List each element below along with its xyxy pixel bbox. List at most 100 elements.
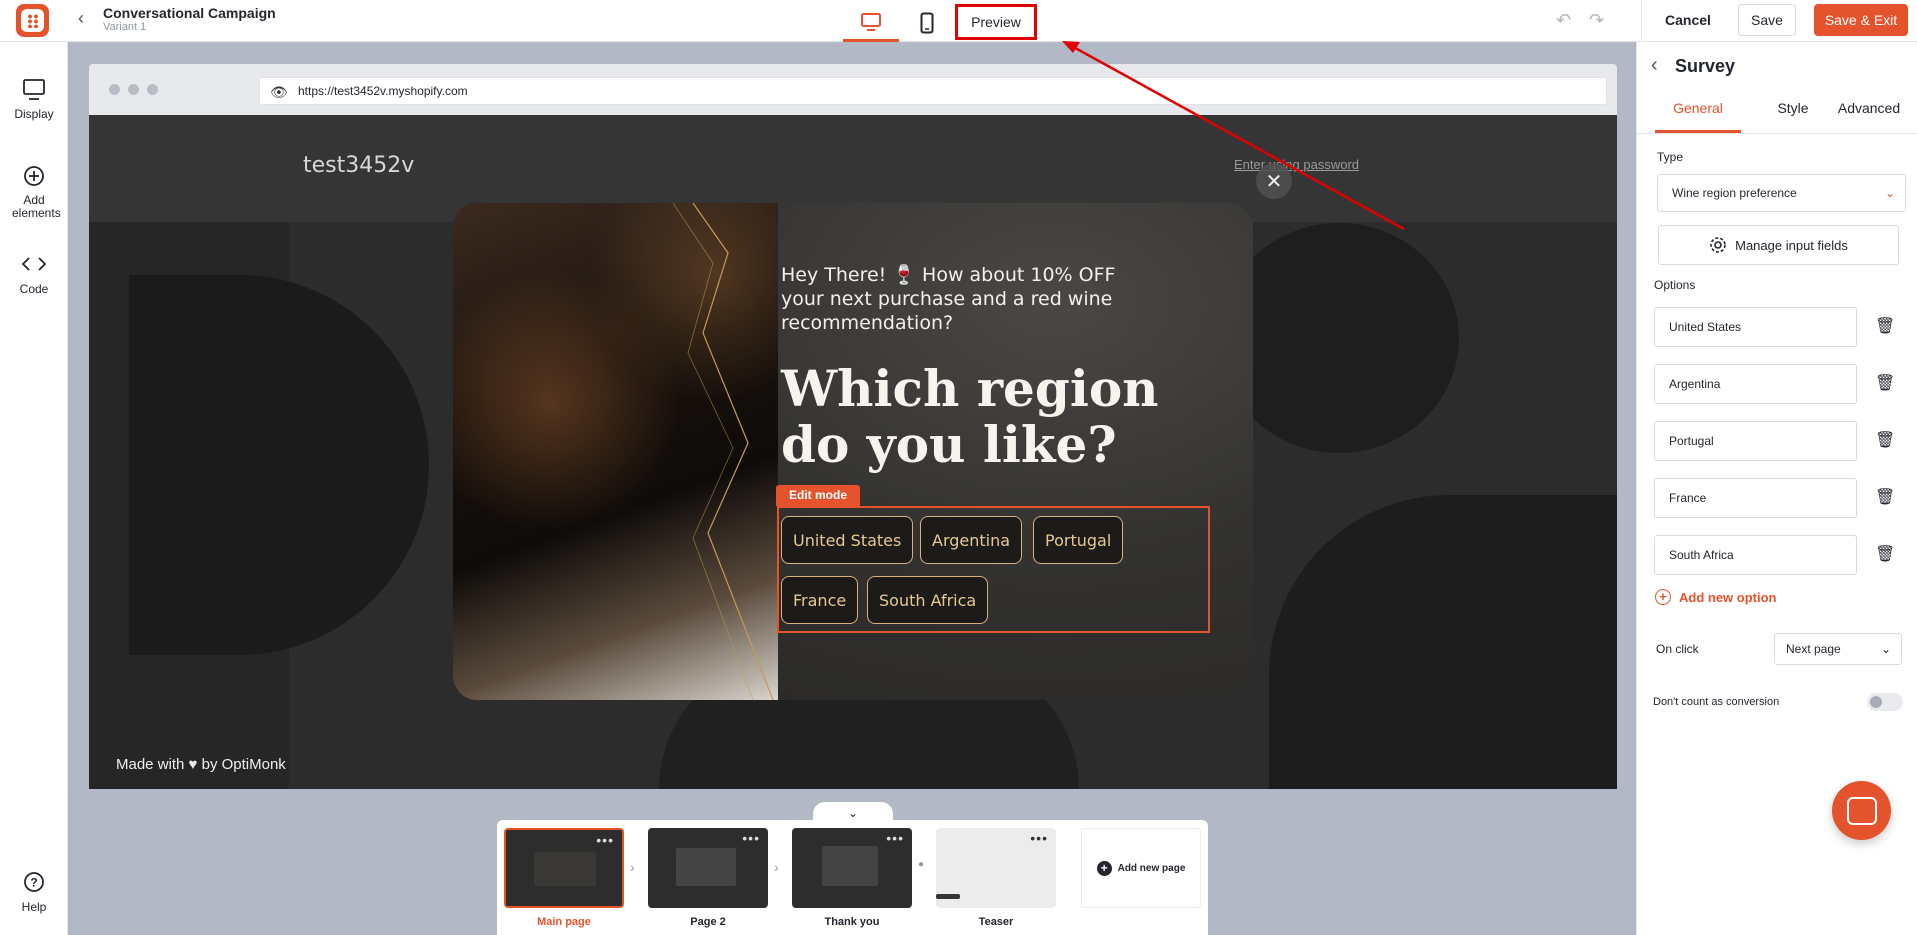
survey-option-united-states[interactable]: United States [781,516,914,564]
desktop-icon [861,12,881,31]
sidebar-item-label: Help [21,900,47,914]
popup-headline: Which region do you like? [781,359,1159,474]
page-label: Thank you [824,916,880,928]
cancel-button[interactable]: Cancel [1657,5,1719,35]
type-select[interactable]: Wine region preference ⌄ [1657,174,1906,212]
campaign-title: Conversational Campaign [103,5,276,21]
sidebar-item-add-elements[interactable]: Add elements [0,164,68,220]
sidebar-item-code[interactable]: Code [0,252,68,296]
survey-popup: Hey There! 🍷 How about 10% OFF your next… [453,203,1253,700]
decor-quarter [1269,495,1617,789]
add-page-label: Add new page [1117,862,1186,874]
page-label: Main page [537,916,591,928]
chevron-down-icon: ⌄ [1884,186,1895,200]
chevron-right-icon: › [630,859,635,875]
sidebar-item-label: Add elements [12,193,61,220]
sidebar-item-display[interactable]: Display [0,77,68,121]
options-label: Options [1654,278,1696,292]
trash-icon[interactable]: 🗑 [1875,373,1895,393]
save-button[interactable]: Save [1738,4,1796,36]
chevron-down-icon: ⌄ [1880,642,1891,656]
preview-button[interactable]: Preview [955,4,1037,40]
topbar-divider [1641,0,1642,42]
on-click-label: On click [1656,642,1699,656]
pages-strip: ••• Main page › ••• Page 2 › ••• Thank y… [497,820,1208,935]
option-input[interactable]: Portugal [1654,421,1857,461]
tab-advanced[interactable]: Advanced [1824,100,1914,116]
decor-semicircle [129,275,429,655]
trash-icon[interactable]: 🗑 [1875,316,1895,336]
code-icon [21,257,47,271]
more-icon: ••• [886,830,904,846]
trash-icon[interactable]: 🗑 [1875,430,1895,450]
more-icon: ••• [1030,830,1048,846]
option-input[interactable]: South Africa [1654,535,1857,575]
trash-icon[interactable]: 🗑 [1875,487,1895,507]
add-new-option-button[interactable]: + Add new option [1655,589,1776,605]
made-with-footer: Made with ♥ by OptiMonk [116,756,286,773]
sidebar-item-help[interactable]: ? Help [0,870,68,914]
sidebar-item-label: Display [14,107,54,121]
more-icon: ••• [742,830,760,846]
sidebar-item-label: Code [19,282,49,296]
trash-icon[interactable]: 🗑 [1875,544,1895,564]
conversion-label: Don't count as conversion [1653,696,1780,708]
decor-circle [1219,223,1459,453]
mobile-view-button[interactable] [899,4,955,42]
redo-icon[interactable]: ↷ [1589,10,1604,31]
page-thumb-teaser[interactable]: ••• [936,828,1056,908]
dot-separator-icon: ● [918,859,925,870]
popup-intro-text: Hey There! 🍷 How about 10% OFF your next… [781,264,1116,334]
on-click-value: Next page [1786,642,1841,656]
on-click-select[interactable]: Next page ⌄ [1774,633,1902,665]
svg-text:?: ? [30,876,37,890]
window-dots [109,84,158,95]
chat-support-icon[interactable] [1832,781,1891,840]
conversion-toggle[interactable] [1867,693,1903,711]
plus-circle-icon: + [1096,860,1112,876]
panel-title: Survey [1675,56,1736,76]
option-input[interactable]: Argentina [1654,364,1857,404]
mobile-icon [920,12,934,34]
more-icon: ••• [596,832,614,848]
gear-icon [1710,237,1726,253]
back-arrow-icon[interactable]: ‹ [78,8,84,29]
page-label: Page 2 [690,916,726,928]
help-icon: ? [24,872,44,892]
save-exit-button[interactable]: Save & Exit [1814,4,1908,36]
eye-icon: 👁 [270,84,288,100]
page-thumb-2[interactable]: ••• [648,828,768,908]
back-chevron-icon[interactable]: ‹ [1651,54,1658,77]
left-sidebar: Display Add elements Code ? Help [0,42,68,935]
undo-icon[interactable]: ↶ [1556,10,1571,31]
option-input[interactable]: France [1654,478,1857,518]
survey-option-argentina[interactable]: Argentina [920,516,1023,564]
panel-divider [1637,133,1917,134]
optimonk-logo[interactable] [16,4,49,37]
survey-option-france[interactable]: France [781,576,859,624]
tab-style[interactable]: Style [1763,100,1823,116]
variant-name: Variant 1 [103,21,147,33]
plus-circle-icon: + [1655,589,1671,605]
tab-general[interactable]: General [1655,100,1741,116]
top-bar: ‹ Conversational Campaign Variant 1 Prev… [0,0,1917,42]
page-thumb-thank-you[interactable]: ••• [792,828,912,908]
chevron-down-icon: ⌄ [847,806,859,820]
monitor-icon [23,79,45,100]
manage-input-fields-button[interactable]: Manage input fields [1658,225,1899,265]
survey-option-south-africa[interactable]: South Africa [867,576,989,624]
store-name: test3452v [303,153,415,178]
add-new-page-button[interactable]: + Add new page [1081,828,1201,908]
option-input[interactable]: United States [1654,307,1857,347]
add-option-label: Add new option [1679,589,1777,605]
plus-circle-icon [24,166,44,186]
password-link: Enter using password [1234,157,1360,172]
chevron-right-icon: › [774,859,779,875]
page-thumb-main[interactable]: ••• [504,828,624,908]
url-bar: 👁 https://test3452v.myshopify.com [259,77,1607,105]
type-value: Wine region preference [1672,186,1797,200]
survey-option-portugal[interactable]: Portugal [1033,516,1124,564]
popup-close-icon[interactable]: ✕ [1256,163,1292,199]
desktop-view-button[interactable] [843,4,899,42]
edit-mode-tag: Edit mode [776,485,861,506]
